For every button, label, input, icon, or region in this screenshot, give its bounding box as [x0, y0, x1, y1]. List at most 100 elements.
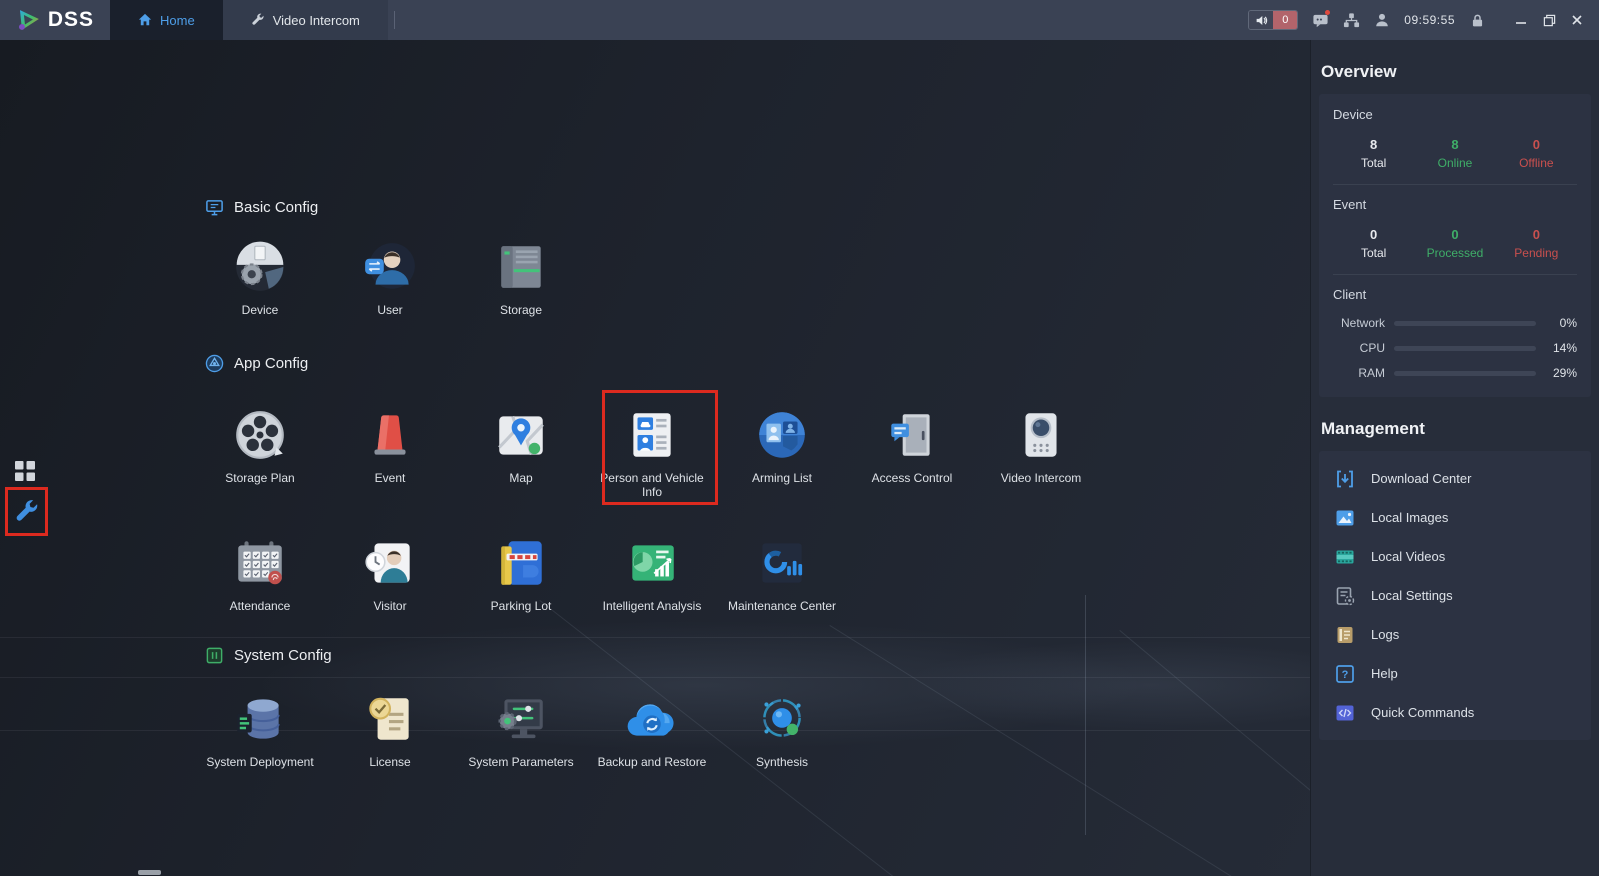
help-icon: ? [1335, 664, 1355, 684]
client-section-title: Client [1333, 287, 1577, 302]
tile-label: Arming List [752, 471, 812, 485]
user-icon [1374, 12, 1390, 28]
visitor-icon [361, 534, 419, 592]
maintenance-center-icon [753, 534, 811, 592]
device-section-title: Device [1333, 107, 1577, 122]
event-section-title: Event [1333, 197, 1577, 212]
tab-video-intercom-label: Video Intercom [273, 13, 360, 28]
app-tile-access-control[interactable]: Access Control [847, 406, 977, 485]
topbar: DSS Home Video Intercom [0, 0, 1599, 40]
horizontal-scrollbar-thumb[interactable] [138, 870, 161, 875]
app-tile-storage-plan[interactable]: Storage Plan [195, 406, 325, 485]
section-title: System Config [234, 647, 332, 664]
app-tile-visitor[interactable]: Visitor [325, 534, 455, 613]
license-icon [361, 690, 419, 748]
right-sidebar: Overview Device 8 Total 8 Online 0 Offli… [1310, 40, 1599, 876]
person-vehicle-info-icon [623, 406, 681, 464]
dss-logo-icon [16, 7, 42, 33]
local-videos-icon [1335, 547, 1355, 567]
home-main-area: Basic Config Device [0, 40, 1310, 876]
apps-grid-button[interactable] [14, 460, 36, 482]
restore-button[interactable] [1535, 0, 1563, 40]
section-basic-config: Basic Config [205, 198, 318, 217]
app-tile-video-intercom[interactable]: Video Intercom [976, 406, 1106, 485]
tile-label: Access Control [872, 471, 953, 485]
tile-label: Video Intercom [1001, 471, 1082, 485]
menu-logs[interactable]: Logs [1319, 615, 1591, 654]
tab-video-intercom[interactable]: Video Intercom [223, 0, 388, 40]
tab-home[interactable]: Home [110, 0, 223, 40]
tile-label: Intelligent Analysis [603, 599, 702, 613]
app-tile-maintenance-center[interactable]: Maintenance Center [717, 534, 847, 613]
app-tile-map[interactable]: Map [456, 406, 586, 485]
org-tree-button[interactable] [1342, 11, 1360, 29]
app-tile-license[interactable]: License [325, 690, 455, 769]
tile-label: License [369, 755, 410, 769]
section-title: Basic Config [234, 199, 318, 216]
tile-label: User [377, 303, 402, 317]
tile-label: Backup and Restore [598, 755, 707, 769]
tile-label: Event [375, 471, 406, 485]
app-tile-person-and-vehicle-info[interactable]: Person and Vehicle Info [587, 406, 717, 499]
lock-button[interactable] [1468, 11, 1486, 29]
tile-label: Map [509, 471, 532, 485]
overview-title: Overview [1321, 62, 1599, 82]
dss-logo: DSS [0, 0, 110, 40]
tile-label: Device [242, 303, 279, 317]
system-deployment-icon [231, 690, 289, 748]
event-siren-icon [361, 406, 419, 464]
tile-label: Parking Lot [491, 599, 552, 613]
system-parameters-icon [492, 690, 550, 748]
tab-home-label: Home [160, 13, 195, 28]
client-meters: Network 0% CPU 14% RAM 29% [1333, 316, 1577, 384]
menu-local-videos[interactable]: Local Videos [1319, 537, 1591, 576]
tile-label: Maintenance Center [728, 599, 836, 613]
attendance-icon [231, 534, 289, 592]
app-tile-synthesis[interactable]: Synthesis [717, 690, 847, 769]
close-button[interactable] [1563, 0, 1591, 40]
config-tool-highlight-frame [5, 487, 48, 536]
menu-local-images[interactable]: Local Images [1319, 498, 1591, 537]
alarm-sound-widget[interactable]: 0 [1248, 10, 1298, 30]
app-tile-intelligent-analysis[interactable]: Intelligent Analysis [587, 534, 717, 613]
app-tile-storage[interactable]: Storage [456, 238, 586, 317]
app-tile-event[interactable]: Event [325, 406, 455, 485]
user-avatar-icon [361, 238, 419, 296]
device-online-stat: 8 Online [1414, 137, 1495, 170]
app-tile-device[interactable]: Device [195, 238, 325, 317]
svg-text:?: ? [1342, 669, 1349, 681]
minimize-button[interactable] [1507, 0, 1535, 40]
lock-icon [1470, 13, 1485, 28]
device-total-stat: 8 Total [1333, 137, 1414, 170]
device-icon [231, 238, 289, 296]
event-pending-stat: 0 Pending [1496, 227, 1577, 260]
app-tile-parking-lot[interactable]: Parking Lot [456, 534, 586, 613]
user-account-button[interactable] [1373, 11, 1391, 29]
config-wrench-button[interactable] [14, 499, 40, 525]
event-total-stat: 0 Total [1333, 227, 1414, 260]
management-card: Download Center Local Images [1319, 451, 1591, 740]
event-processed-stat: 0 Processed [1414, 227, 1495, 260]
storage-icon [492, 238, 550, 296]
menu-quick-commands[interactable]: Quick Commands [1319, 693, 1591, 732]
dss-app-window: DSS Home Video Intercom [0, 0, 1599, 876]
tab-separator [394, 11, 395, 29]
menu-help[interactable]: ? Help [1319, 654, 1591, 693]
menu-download-center[interactable]: Download Center [1319, 459, 1591, 498]
app-tile-user[interactable]: User [325, 238, 455, 317]
device-stats: 8 Total 8 Online 0 Offline [1333, 137, 1577, 170]
message-button[interactable] [1311, 11, 1329, 29]
divider [1333, 274, 1577, 275]
tile-label: Storage [500, 303, 542, 317]
section-app-config: App Config [205, 354, 308, 373]
storage-plan-icon [231, 406, 289, 464]
app-tile-backup-and-restore[interactable]: Backup and Restore [587, 690, 717, 769]
system-config-icon [205, 646, 224, 665]
app-tile-arming-list[interactable]: Arming List [717, 406, 847, 485]
local-settings-icon [1335, 586, 1355, 606]
app-tile-attendance[interactable]: Attendance [195, 534, 325, 613]
app-tile-system-deployment[interactable]: System Deployment [195, 690, 325, 769]
local-images-icon [1335, 508, 1355, 528]
app-tile-system-parameters[interactable]: System Parameters [456, 690, 586, 769]
menu-local-settings[interactable]: Local Settings [1319, 576, 1591, 615]
